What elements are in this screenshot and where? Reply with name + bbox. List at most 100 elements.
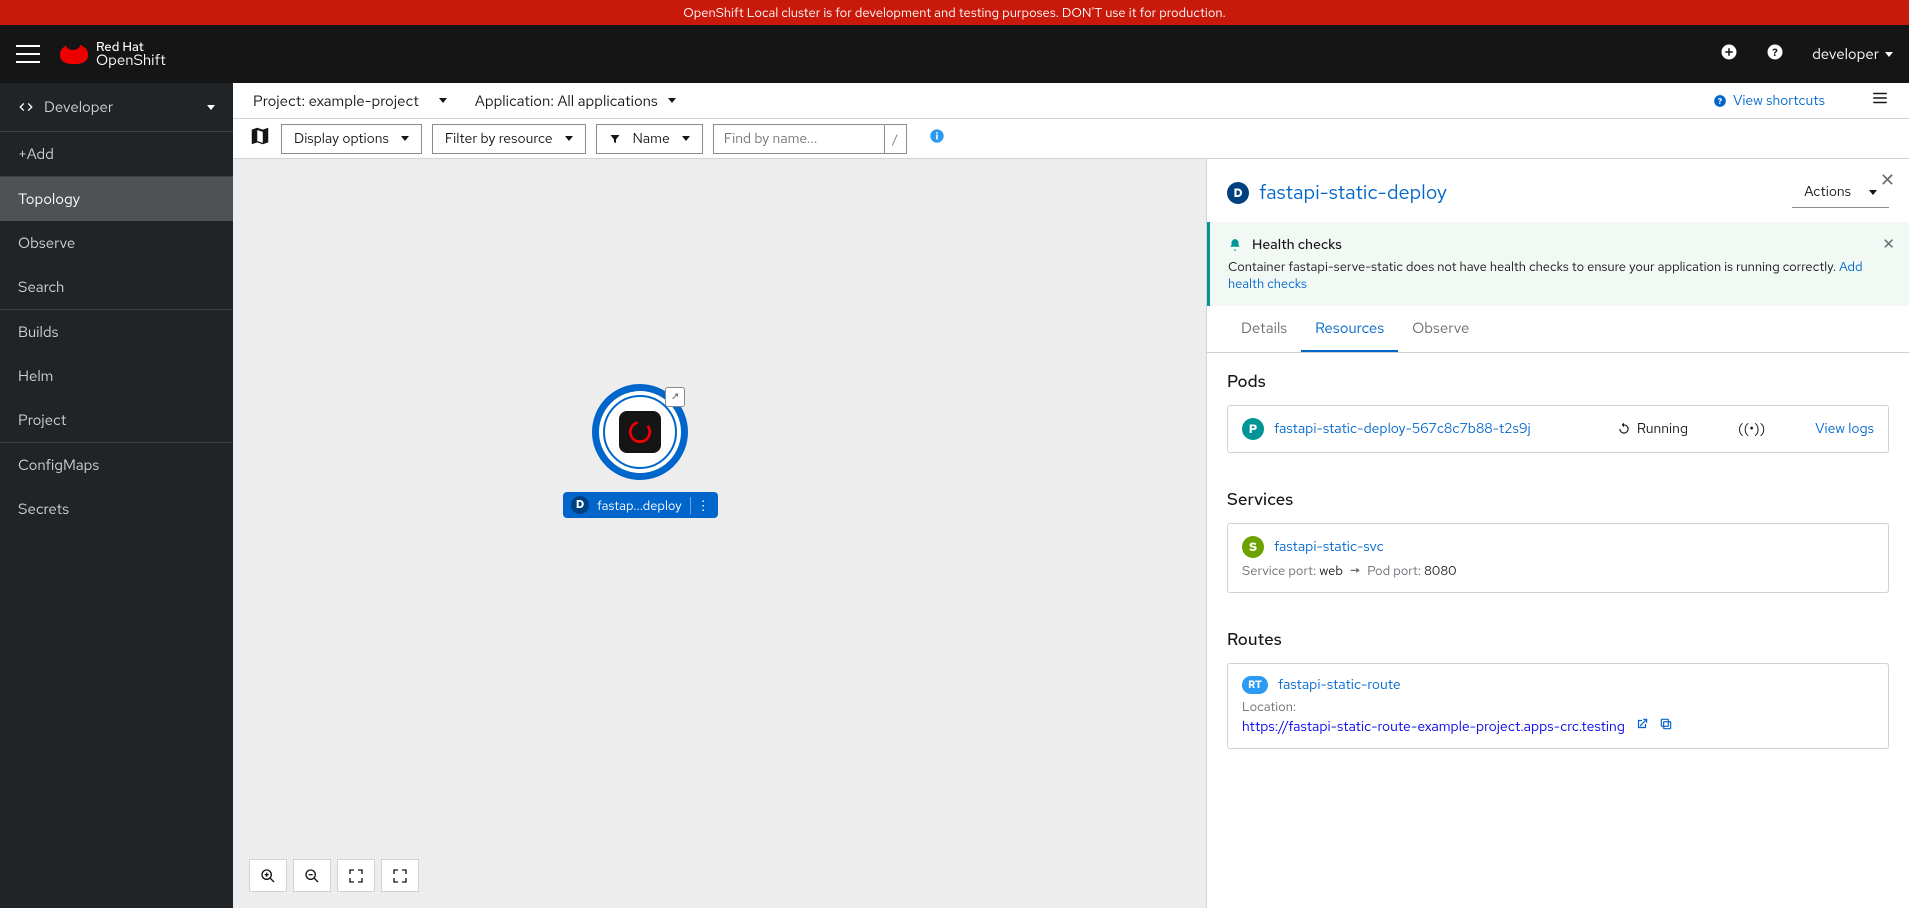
topology-node[interactable]: ↗ D fastap...deploy ⋮: [563, 384, 718, 518]
user-name: developer: [1812, 44, 1879, 64]
zoom-in-button[interactable]: [249, 859, 287, 892]
node-label[interactable]: D fastap...deploy ⋮: [563, 492, 718, 518]
alert-body-text: Container fastapi-serve-static does not …: [1228, 258, 1839, 275]
display-options-label: Display options: [294, 130, 389, 148]
alert-title-text: Health checks: [1252, 236, 1342, 254]
sidebar-item-configmaps[interactable]: ConfigMaps: [0, 443, 233, 487]
svg-text:i: i: [935, 130, 938, 142]
redhat-hat-icon: [60, 44, 88, 64]
route-badge: RT: [1242, 676, 1268, 694]
topology-toolbar: Display options Filter by resource Name …: [233, 119, 1909, 159]
perspective-switcher[interactable]: Developer: [0, 83, 233, 132]
external-link-icon[interactable]: [1635, 717, 1649, 736]
actions-dropdown[interactable]: Actions: [1792, 177, 1889, 208]
shortcuts-label: View shortcuts: [1733, 92, 1825, 110]
details-panel: ✕ D fastapi-static-deploy Actions ✕: [1206, 159, 1909, 908]
deployment-badge: D: [571, 496, 589, 514]
service-name-link[interactable]: fastapi-static-svc: [1274, 538, 1874, 556]
node-kebab-menu[interactable]: ⋮: [690, 497, 710, 514]
list-view-button[interactable]: [1871, 89, 1889, 112]
routes-section: Routes RT fastapi-static-route Location:…: [1207, 611, 1909, 767]
sidebar-item-project[interactable]: Project: [0, 398, 233, 442]
sidebar-item-add[interactable]: +Add: [0, 132, 233, 176]
sync-icon: [1617, 422, 1631, 436]
openshift-icon: [619, 411, 661, 453]
actions-label: Actions: [1804, 183, 1851, 201]
close-panel-button[interactable]: ✕: [1880, 169, 1895, 192]
signal-icon: ((•)): [1738, 420, 1765, 438]
bell-icon: [1228, 238, 1242, 252]
plus-circle-icon[interactable]: [1720, 43, 1738, 66]
pod-port-value: 8080: [1424, 562, 1457, 579]
dev-banner: OpenShift Local cluster is for developme…: [0, 0, 1909, 25]
project-selector[interactable]: Project: example-project: [253, 91, 447, 111]
filter-resource-dropdown[interactable]: Filter by resource: [432, 124, 586, 154]
info-icon[interactable]: i: [929, 128, 945, 149]
filter-resource-label: Filter by resource: [445, 130, 553, 148]
svg-text:?: ?: [1772, 45, 1778, 59]
caret-down-icon: [565, 136, 573, 141]
zoom-controls: [249, 859, 419, 892]
main-content: Project: example-project Application: Al…: [233, 83, 1909, 908]
services-heading: Services: [1227, 489, 1889, 511]
view-logs-link[interactable]: View logs: [1815, 420, 1874, 438]
view-shortcuts-link[interactable]: ? View shortcuts: [1713, 92, 1825, 110]
route-name-link[interactable]: fastapi-static-route: [1278, 676, 1874, 694]
copy-icon[interactable]: [1659, 717, 1673, 736]
pods-section: Pods P fastapi-static-deploy-567c8c7b88-…: [1207, 353, 1909, 471]
pod-name-link[interactable]: fastapi-static-deploy-567c8c7b88-t2s9j: [1274, 420, 1607, 438]
pod-status-text: Running: [1637, 420, 1688, 438]
node-pod-ring[interactable]: ↗: [592, 384, 688, 480]
svg-text:?: ?: [1718, 96, 1723, 106]
project-label: Project: example-project: [253, 91, 419, 111]
name-filter-dropdown[interactable]: Name: [596, 124, 703, 154]
name-filter-label: Name: [633, 130, 670, 148]
pod-row: P fastapi-static-deploy-567c8c7b88-t2s9j…: [1242, 418, 1874, 440]
keyboard-shortcut-hint: /: [885, 124, 907, 154]
code-icon: [18, 99, 34, 115]
deployment-badge: D: [1227, 182, 1249, 204]
sidebar-item-topology[interactable]: Topology: [0, 177, 233, 221]
route-url-link[interactable]: https://fastapi-static-route-example-pro…: [1242, 718, 1625, 736]
brand-line2: OpenShift: [96, 53, 166, 68]
tab-resources[interactable]: Resources: [1301, 306, 1398, 352]
open-url-icon[interactable]: ↗: [665, 387, 685, 407]
sidebar-item-secrets[interactable]: Secrets: [0, 487, 233, 531]
pod-badge: P: [1242, 418, 1264, 440]
routes-heading: Routes: [1227, 629, 1889, 651]
project-bar: Project: example-project Application: Al…: [233, 83, 1909, 119]
pod-port-label: Pod port:: [1367, 562, 1421, 579]
alert-close-button[interactable]: ✕: [1882, 234, 1895, 254]
pods-heading: Pods: [1227, 371, 1889, 393]
masthead: Red Hat OpenShift ? developer: [0, 25, 1909, 83]
sidebar: Developer +Add Topology Observe Search B…: [0, 83, 233, 908]
caret-down-icon: [401, 136, 409, 141]
route-location-label: Location:: [1242, 698, 1874, 715]
application-selector[interactable]: Application: All applications: [475, 91, 676, 111]
sidebar-item-search[interactable]: Search: [0, 265, 233, 309]
topology-map-icon[interactable]: [249, 125, 271, 152]
service-port-label: Service port:: [1242, 562, 1316, 579]
sidebar-item-observe[interactable]: Observe: [0, 221, 233, 265]
zoom-out-button[interactable]: [293, 859, 331, 892]
nav-toggle-button[interactable]: [16, 45, 40, 63]
topology-canvas[interactable]: ↗ D fastap...deploy ⋮: [233, 159, 1206, 908]
user-menu[interactable]: developer: [1812, 44, 1893, 64]
sidebar-item-helm[interactable]: Helm: [0, 354, 233, 398]
filter-icon: [609, 133, 621, 145]
caret-down-icon: [668, 98, 676, 103]
help-icon[interactable]: ?: [1766, 43, 1784, 66]
caret-down-icon: [207, 105, 215, 110]
caret-down-icon: [1885, 52, 1893, 57]
tab-details[interactable]: Details: [1227, 306, 1301, 352]
resource-title[interactable]: fastapi-static-deploy: [1259, 180, 1447, 206]
find-by-name-input[interactable]: [713, 124, 885, 154]
fit-to-screen-button[interactable]: [337, 859, 375, 892]
tab-observe[interactable]: Observe: [1398, 306, 1483, 352]
sidebar-item-builds[interactable]: Builds: [0, 310, 233, 354]
caret-down-icon: [1869, 190, 1877, 195]
brand-logo: Red Hat OpenShift: [60, 40, 166, 68]
panel-tabs: Details Resources Observe: [1207, 306, 1909, 353]
display-options-dropdown[interactable]: Display options: [281, 124, 422, 154]
reset-view-button[interactable]: [381, 859, 419, 892]
